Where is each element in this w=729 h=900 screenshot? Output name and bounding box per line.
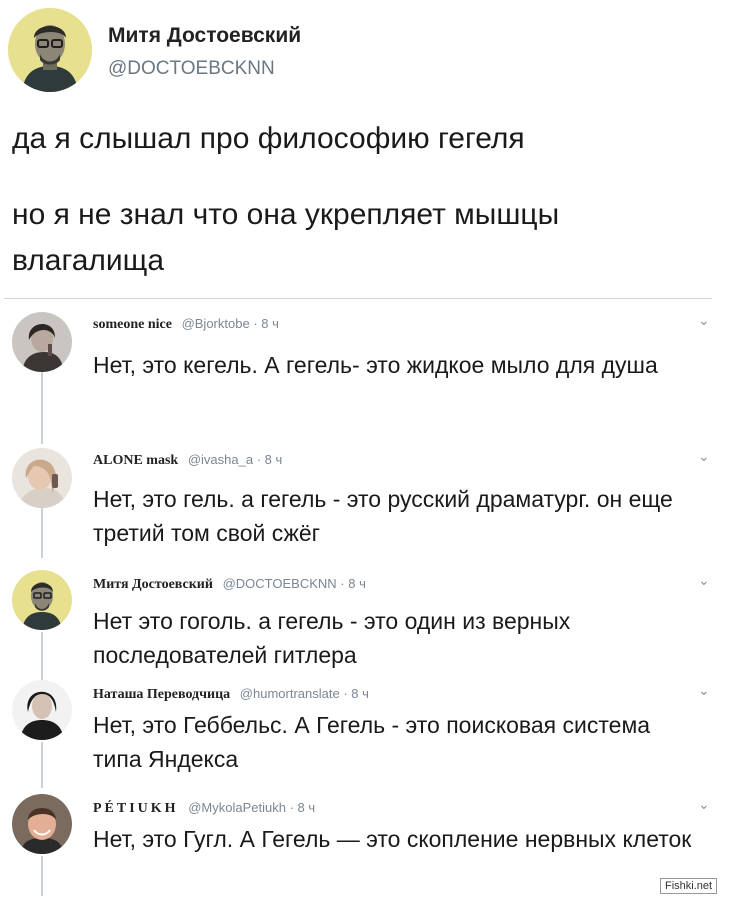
reply-meta: PÉTIUKH @MykolaPetiukh · 8 ч	[93, 800, 315, 817]
man-avatar-icon	[8, 8, 92, 92]
author-avatar[interactable]	[8, 8, 92, 92]
girl-avatar-icon	[12, 448, 72, 508]
reply-author-handle[interactable]: @Bjorktobe	[182, 316, 250, 331]
reply-time: · 8 ч	[340, 576, 366, 591]
reply-time: · 8 ч	[253, 316, 279, 331]
woman-avatar-icon	[12, 680, 72, 740]
reply-meta: someone nice @Bjorktobe · 8 ч	[93, 316, 279, 333]
thread-line	[41, 632, 43, 682]
reply-avatar[interactable]	[12, 448, 72, 508]
reply-time: · 8 ч	[289, 800, 316, 815]
reply-text: Нет, это гель. а гегель - это русский др…	[93, 486, 673, 546]
chevron-down-icon[interactable]: ⌄	[698, 312, 710, 329]
reply-text: Нет, это кегель. А гегель- это жидкое мы…	[93, 352, 658, 378]
reply-time: · 8 ч	[256, 452, 283, 467]
reply-author-handle[interactable]: @humortranslate	[240, 686, 340, 701]
man-avatar-icon	[12, 794, 72, 854]
reply-author-handle[interactable]: @MykolaPetiukh	[188, 800, 286, 815]
woman-avatar-icon	[12, 312, 72, 372]
reply-author-name[interactable]: Митя Достоевский	[93, 577, 213, 592]
tweet-text-line: да я слышал про философию гегеля	[12, 122, 525, 155]
author-name[interactable]: Митя Достоевский	[108, 24, 301, 48]
watermark: Fishki.net	[660, 878, 718, 894]
reply-avatar[interactable]	[12, 680, 72, 740]
author-handle[interactable]: @DOCTOEBCKNN	[108, 58, 275, 80]
reply-avatar[interactable]	[12, 312, 72, 372]
reply-text: Нет, это Геббельс. А Гегель - это поиско…	[93, 712, 651, 772]
reply-meta: Наташа Переводчица @humortranslate · 8 ч	[93, 686, 369, 703]
reply-meta: Митя Достоевский @DOCTOEBCKNN · 8 ч	[93, 576, 366, 593]
reply-text: Нет это гоголь. а гегель - это один из в…	[93, 608, 571, 668]
reply-author-handle[interactable]: @ivasha_a	[188, 452, 253, 467]
chevron-down-icon[interactable]: ⌄	[698, 572, 710, 589]
divider	[4, 298, 712, 299]
reply-avatar[interactable]	[12, 794, 72, 854]
reply-time: · 8 ч	[343, 686, 369, 701]
reply-text: Нет, это Гугл. А Гегель — это скопление …	[93, 826, 692, 852]
man-avatar-icon	[12, 570, 72, 630]
chevron-down-icon[interactable]: ⌄	[698, 682, 710, 699]
reply-avatar[interactable]	[12, 570, 72, 630]
reply-meta: ALONE mask @ivasha_a · 8 ч	[93, 452, 282, 469]
reply-author-name[interactable]: Наташа Переводчица	[93, 687, 230, 702]
chevron-down-icon[interactable]: ⌄	[698, 796, 710, 813]
reply-author-name[interactable]: ALONE mask	[93, 453, 178, 468]
thread-line	[41, 370, 43, 444]
reply-author-handle[interactable]: @DOCTOEBCKNN	[223, 576, 337, 591]
thread-line	[41, 508, 43, 558]
thread-line	[41, 742, 43, 788]
tweet-text-line: но я не знал что она укрепляет мышцы вла…	[12, 198, 560, 277]
reply-author-name[interactable]: PÉTIUKH	[93, 801, 179, 816]
thread-line	[41, 856, 43, 896]
chevron-down-icon[interactable]: ⌄	[698, 448, 710, 465]
tweet-text: да я слышал про философию гегеля но я не…	[12, 116, 717, 284]
reply-author-name[interactable]: someone nice	[93, 317, 172, 332]
